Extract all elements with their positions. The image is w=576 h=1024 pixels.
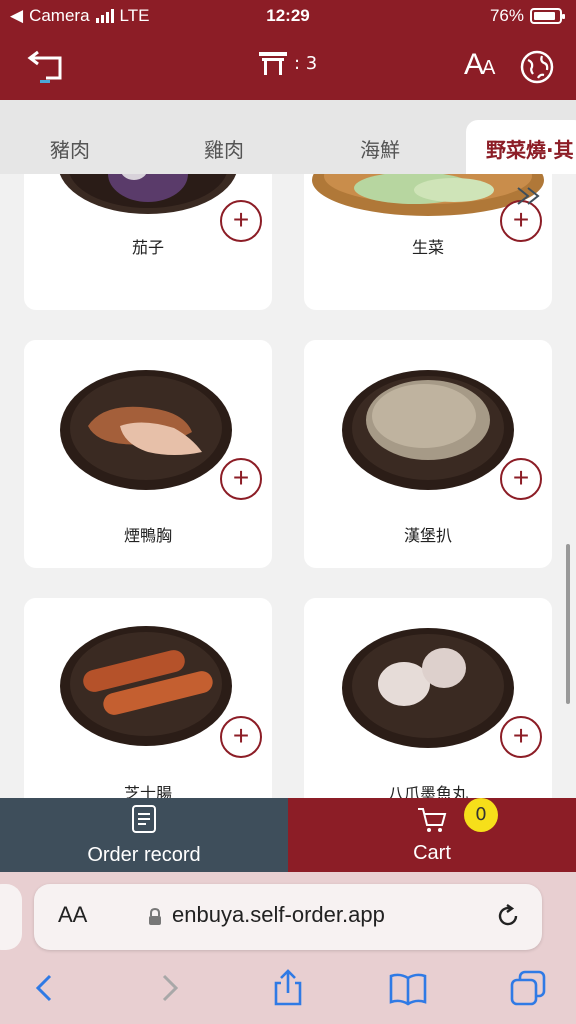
- browser-toolbar: AA enbuya.self-order.app: [0, 872, 576, 1024]
- url-text: enbuya.self-order.app: [172, 902, 385, 927]
- globe-icon[interactable]: [520, 50, 554, 84]
- document-icon: [132, 805, 156, 833]
- menu-item-name: 八爪墨魚丸: [387, 784, 468, 798]
- add-button[interactable]: +: [500, 716, 542, 758]
- add-button[interactable]: +: [220, 716, 262, 758]
- reader-settings-button[interactable]: AA: [58, 902, 87, 928]
- status-bar: ◀ Camera LTE 12:29 76%: [0, 0, 576, 32]
- menu-item-name: 漢堡扒: [403, 526, 452, 545]
- add-button[interactable]: +: [500, 458, 542, 500]
- share-icon[interactable]: [268, 968, 308, 1008]
- add-button[interactable]: +: [500, 200, 542, 242]
- table-number: : 3: [258, 50, 317, 76]
- order-record-label: Order record: [87, 844, 201, 866]
- tab-vegetable-others[interactable]: 野菜燒·其: [466, 120, 576, 174]
- add-button[interactable]: +: [220, 458, 262, 500]
- order-record-button[interactable]: Order record: [0, 798, 288, 872]
- menu-item-name: 煙鴨胸: [123, 526, 172, 545]
- app-header: : 3 AA: [0, 32, 576, 100]
- status-right: 76%: [489, 6, 565, 26]
- table-icon: [259, 52, 287, 75]
- tab-pork[interactable]: 豬肉: [50, 134, 90, 163]
- previous-tab-stub[interactable]: [0, 884, 22, 950]
- return-icon[interactable]: [26, 46, 66, 86]
- cart-icon: [418, 808, 447, 832]
- menu-item-card[interactable]: 煙鴨胸 +: [24, 340, 272, 568]
- cart-label: Cart: [413, 842, 451, 864]
- add-button[interactable]: +: [220, 200, 262, 242]
- menu-grid: 茄子 + 生菜 + 煙鴨胸 + 漢堡扒 + 芝士腸 + 八爪墨魚丸 +: [0, 174, 576, 798]
- forward-icon[interactable]: [150, 968, 190, 1008]
- scroll-more-icon[interactable]: [514, 186, 544, 206]
- reload-icon[interactable]: [494, 902, 522, 930]
- tab-chicken[interactable]: 雞肉: [204, 134, 244, 163]
- bookmarks-icon[interactable]: [388, 968, 428, 1008]
- back-icon[interactable]: [26, 968, 66, 1008]
- menu-item-card[interactable]: 漢堡扒 +: [304, 340, 552, 568]
- font-size-button[interactable]: AA: [464, 48, 495, 82]
- address-bar[interactable]: AA enbuya.self-order.app: [34, 884, 542, 950]
- battery-icon: [530, 8, 565, 24]
- lock-icon: [149, 908, 161, 925]
- table-number-label: : 3: [294, 52, 318, 74]
- menu-item-card[interactable]: 八爪墨魚丸 +: [304, 598, 552, 798]
- menu-item-card[interactable]: 生菜 +: [304, 174, 552, 310]
- menu-item-name: 芝士腸: [123, 784, 172, 798]
- tabs-icon[interactable]: [508, 968, 548, 1008]
- menu-item-card[interactable]: 茄子 +: [24, 174, 272, 310]
- battery-percent: 76%: [489, 6, 524, 25]
- scrollbar[interactable]: [566, 544, 570, 704]
- cart-button[interactable]: Cart: [288, 798, 576, 872]
- tab-seafood[interactable]: 海鮮: [360, 134, 400, 163]
- cart-count-badge: 0: [464, 798, 498, 832]
- menu-item-card[interactable]: 芝士腸 +: [24, 598, 272, 798]
